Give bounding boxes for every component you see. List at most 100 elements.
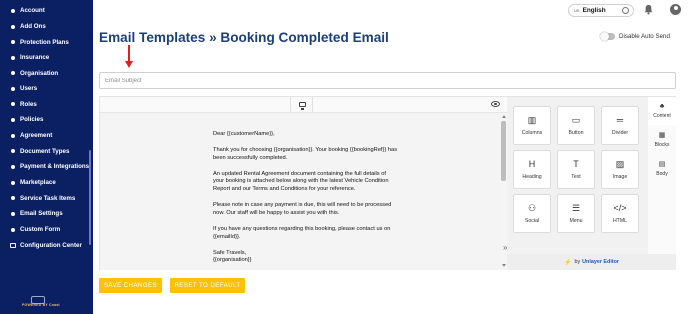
tool-menu[interactable]: ☰ Menu xyxy=(557,194,595,233)
language-selector[interactable]: US English xyxy=(568,4,634,17)
tool-label: Social xyxy=(524,218,540,224)
sidebar-item-users[interactable]: Users xyxy=(0,81,93,97)
tool-divider[interactable]: ═ Divider xyxy=(601,106,639,145)
sidebar-item-add-ons[interactable]: Add Ons xyxy=(0,19,93,35)
tool-label: Columns xyxy=(521,130,543,136)
tool-html[interactable]: </> HTML xyxy=(601,194,639,233)
sidebar-item-configuration-center[interactable]: Configuration Center xyxy=(0,238,93,254)
tab-body[interactable]: ▤ Body xyxy=(648,155,676,183)
bullet-icon xyxy=(11,196,15,201)
email-subject-input[interactable] xyxy=(99,72,676,89)
reset-to-default-button[interactable]: RESET TO DEFAULT xyxy=(170,278,245,293)
tool-heading[interactable]: H Heading xyxy=(513,150,551,189)
tab-label: Content xyxy=(653,113,671,119)
menu-icon: ☰ xyxy=(571,203,581,213)
bullet-icon xyxy=(11,164,15,169)
email-editor: Dear {{customerName}}, Thank you for cho… xyxy=(99,96,676,270)
powered-by-text: POWERED BY Coast xyxy=(22,303,60,307)
tab-blocks[interactable]: ▦ Blocks xyxy=(648,126,676,154)
sidebar-item-organisation[interactable]: Organisation xyxy=(0,66,93,82)
sidebar-item-marketplace[interactable]: Marketplace xyxy=(0,175,93,191)
html-icon: </> xyxy=(613,203,627,213)
bullet-icon xyxy=(11,86,15,91)
blocks-icon: ▦ xyxy=(658,132,666,139)
email-canvas[interactable]: Dear {{customerName}}, Thank you for cho… xyxy=(100,113,500,270)
scroll-down-arrow-icon[interactable] xyxy=(501,264,506,267)
divider-icon: ═ xyxy=(616,115,624,125)
sidebar-item-insurance[interactable]: Insurance xyxy=(0,50,93,66)
sidebar-item-label: Account xyxy=(20,7,45,15)
desktop-preview-button[interactable] xyxy=(293,97,313,112)
sidebar-item-label: Email Settings xyxy=(20,210,63,218)
sidebar-item-account[interactable]: Account xyxy=(0,3,93,19)
bullet-icon xyxy=(11,55,15,60)
unlayer-branding[interactable]: ⚡ by Unlayer Editor xyxy=(507,254,676,270)
body-icon: ▤ xyxy=(658,161,666,168)
email-paragraph: Thank you for choosing {{organisation}}.… xyxy=(213,146,398,161)
bell-icon[interactable] xyxy=(644,4,653,15)
tool-label: Divider xyxy=(611,130,629,136)
sidebar-item-document-types[interactable]: Document Types xyxy=(0,144,93,160)
sidebar-item-label: Add Ons xyxy=(20,23,46,31)
bullet-icon xyxy=(11,40,15,45)
language-label: English xyxy=(582,7,606,14)
sidebar-item-label: Users xyxy=(20,85,38,93)
sidebar-item-label: Roles xyxy=(20,100,37,108)
tool-label: Button xyxy=(568,130,584,136)
page-title: Email Templates » Booking Completed Emai… xyxy=(99,30,389,45)
tab-content[interactable]: ♣ Content xyxy=(648,97,676,125)
sidebar-item-label: Agreement xyxy=(20,132,53,140)
bullet-icon xyxy=(11,71,15,76)
tool-columns[interactable]: ▥ Columns xyxy=(513,106,551,145)
tool-button[interactable]: ▭ Button xyxy=(557,106,595,145)
columns-icon: ▥ xyxy=(527,115,537,125)
toolbar-left-area xyxy=(100,97,291,112)
sidebar-item-label: Insurance xyxy=(20,54,50,62)
sidebar-item-protection-plans[interactable]: Protection Plans xyxy=(0,35,93,51)
us-flag-icon: US xyxy=(574,8,580,13)
tool-label: Image xyxy=(612,174,628,180)
email-signature: {{organisation}} xyxy=(213,257,252,264)
sidebar-item-custom-form[interactable]: Custom Form xyxy=(0,222,93,238)
bullet-icon xyxy=(11,227,15,232)
sidebar-item-payment-integrations[interactable]: Payment & Integrations xyxy=(0,159,93,175)
button-icon: ▭ xyxy=(571,115,581,125)
sidebar-item-label: Payment & Integrations xyxy=(20,163,90,171)
tool-text[interactable]: T Text xyxy=(557,150,595,189)
tool-social[interactable]: ⚇ Social xyxy=(513,194,551,233)
globe-icon xyxy=(622,7,629,14)
text-icon: T xyxy=(573,159,579,169)
tool-image[interactable]: ▨ Image xyxy=(601,150,639,189)
bullet-icon xyxy=(11,180,15,185)
bullet-icon xyxy=(11,8,15,13)
bullet-icon xyxy=(11,149,15,154)
sidebar-scrollbar[interactable] xyxy=(89,150,91,245)
user-avatar-icon[interactable] xyxy=(670,4,681,15)
email-signoff: Safe Travels, xyxy=(213,249,247,256)
sidebar-item-policies[interactable]: Policies xyxy=(0,112,93,128)
sidebar-item-email-settings[interactable]: Email Settings xyxy=(0,206,93,222)
editor-side-tabs: ♣ Content ▦ Blocks ▤ Body xyxy=(648,97,676,254)
branding-prefix: by xyxy=(574,259,581,265)
save-changes-button[interactable]: SAVE CHANGES xyxy=(99,278,162,293)
config-icon xyxy=(10,242,16,248)
sidebar-item-label: Configuration Center xyxy=(20,241,82,249)
canvas-toolbar xyxy=(100,97,507,113)
sidebar-item-roles[interactable]: Roles xyxy=(0,97,93,113)
email-paragraph: If you have any questions regarding this… xyxy=(213,225,391,240)
monitor-icon xyxy=(299,102,306,110)
tab-label: Body xyxy=(656,171,668,177)
email-body[interactable]: Dear {{customerName}}, Thank you for cho… xyxy=(213,131,398,265)
bullet-icon xyxy=(11,102,15,107)
auto-send-toggle[interactable] xyxy=(600,32,615,41)
sidebar-item-service-task-items[interactable]: Service Task Items xyxy=(0,191,93,207)
preview-eye-icon[interactable] xyxy=(491,101,500,107)
page-title-sub: Booking Completed Email xyxy=(220,30,389,45)
bullet-icon xyxy=(11,117,15,122)
sidebar-item-agreement[interactable]: Agreement xyxy=(0,128,93,144)
scroll-up-arrow-icon[interactable] xyxy=(501,115,506,118)
canvas-scroll-thumb[interactable] xyxy=(501,121,506,181)
email-paragraph: An updated Rental Agreement document con… xyxy=(213,170,389,193)
heading-icon: H xyxy=(528,159,536,169)
auto-send-control: Disable Auto Send xyxy=(600,32,670,41)
